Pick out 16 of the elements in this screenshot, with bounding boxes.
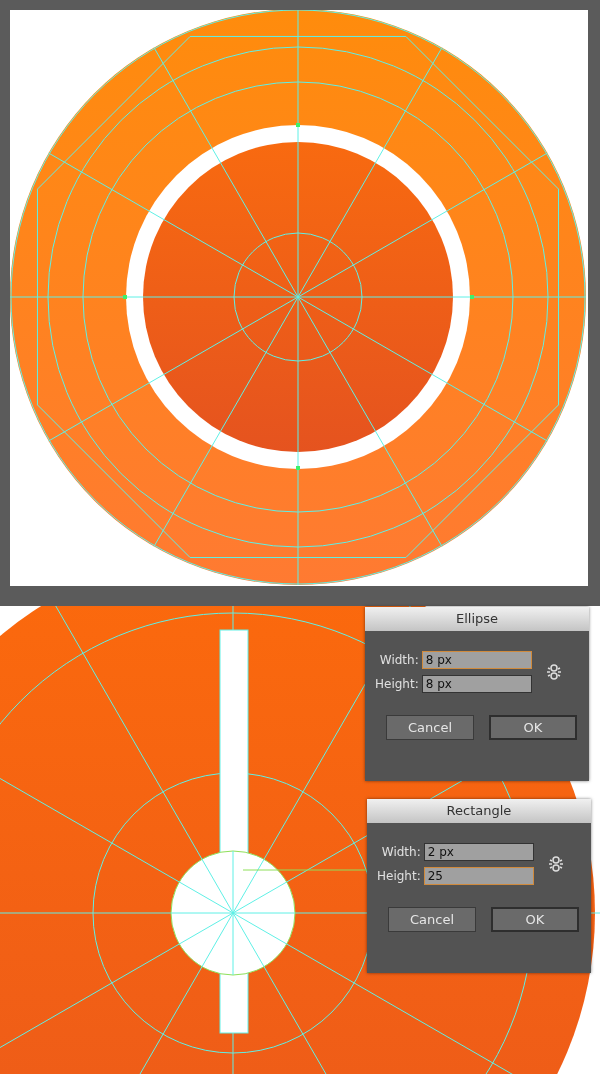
chain-link-icon[interactable] <box>547 855 564 873</box>
dialog-button[interactable]: Cancel <box>386 715 474 740</box>
field-label: Width: <box>380 845 421 859</box>
input-field[interactable]: 8 px <box>421 675 532 693</box>
dialog-title: Rectangle <box>367 799 591 823</box>
field-label: Height: <box>375 677 419 691</box>
chain-link-icon[interactable] <box>545 663 562 681</box>
input-field[interactable]: 25 <box>423 867 534 885</box>
field-label: Width: <box>378 653 419 667</box>
dialog-title: Ellipse <box>365 607 589 631</box>
dialog-button[interactable]: OK <box>491 907 579 932</box>
input-field[interactable]: 2 px <box>423 843 534 861</box>
input-field[interactable]: 8 px <box>421 651 532 669</box>
dialog-button[interactable]: Cancel <box>388 907 476 932</box>
dialog-button[interactable]: OK <box>489 715 577 740</box>
field-label: Height: <box>377 869 421 883</box>
